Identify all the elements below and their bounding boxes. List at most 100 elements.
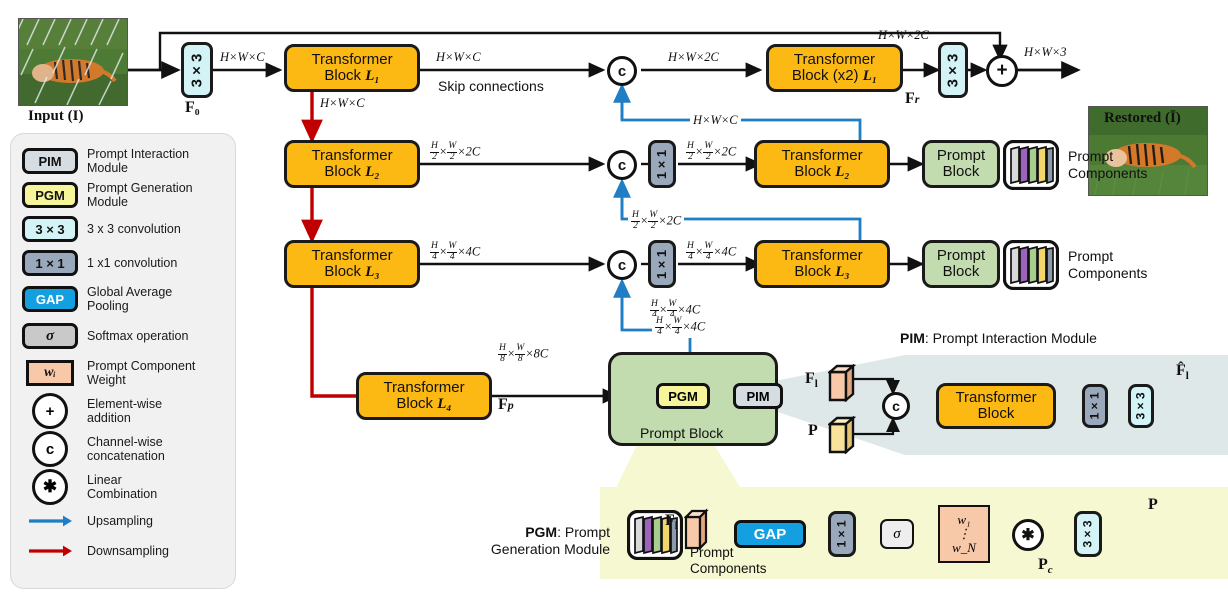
pim-conv11: 1 × 1 bbox=[1082, 384, 1108, 428]
dim-dec-l2-in-suffix: ×2C bbox=[713, 144, 737, 159]
prompt-block-l3-line1: Prompt bbox=[936, 247, 986, 265]
legend-item-add: + Element-wise addition bbox=[19, 392, 227, 430]
legend-item-pim-text: Prompt Interaction Module bbox=[87, 147, 190, 175]
concat-node-l2: c bbox=[607, 150, 637, 180]
dim-final-out: H×W×3 bbox=[1024, 45, 1067, 59]
prompt-block-l3-line2: Block bbox=[942, 263, 980, 280]
legend-item-downsampling-text: Downsampling bbox=[87, 544, 169, 558]
encoder-block-l1[interactable]: Transformer Block L₁ bbox=[284, 44, 420, 92]
pim-panel-title: PIM: Prompt Interaction Module bbox=[900, 330, 1097, 346]
input-conv33: 3 × 3 bbox=[181, 42, 213, 98]
conv11-l2: 1 × 1 bbox=[648, 140, 676, 188]
pim-transformer-name2: Block bbox=[977, 405, 1015, 422]
encoder-block-l3[interactable]: Transformer Block L₃ bbox=[284, 240, 420, 288]
dim-enc-l3-out: H 4 × W 4 ×4C bbox=[430, 241, 481, 262]
pc-l3-line2: Components bbox=[1068, 264, 1148, 281]
encoder-block-l2[interactable]: Transformer Block L₂ bbox=[284, 140, 420, 188]
decoder-block-l2-level: L₂ bbox=[835, 163, 850, 180]
dim-enc-l2-out: H 2 × W 2 ×2C bbox=[430, 141, 481, 162]
pgm-gap-chip: GAP bbox=[734, 520, 806, 548]
softmax-chip-icon: σ bbox=[19, 323, 81, 349]
legend-item-linear-text: Linear Combination bbox=[87, 473, 158, 501]
pim-conv11-label: 1 × 1 bbox=[1088, 392, 1102, 420]
encoder-block-l2-name2: Block bbox=[324, 162, 362, 180]
gap-chip-label: GAP bbox=[22, 286, 78, 312]
pgm-conv11-label: 1 × 1 bbox=[835, 520, 849, 548]
pgm-pc-line2: Components bbox=[690, 561, 767, 577]
output-conv33-label: 3 × 3 bbox=[944, 53, 962, 87]
dim-pim-up: H 4 × W 4 ×4C bbox=[652, 316, 709, 339]
dim-dec-l1-out: H×W×2C bbox=[878, 28, 929, 42]
legend-item-concat-text: Channel-wise concatenation bbox=[87, 435, 165, 463]
fp-label: Fp bbox=[498, 396, 514, 413]
pgm-tensor-fl bbox=[683, 508, 710, 555]
pim-output-label: F̂l bbox=[1176, 362, 1189, 383]
gap-chip-icon: GAP bbox=[19, 286, 81, 312]
encoder-block-l4[interactable]: Transformer Block L₄ bbox=[356, 372, 492, 420]
pim-concat-node: c bbox=[882, 392, 910, 420]
dim-enc-l4-out-suffix: ×8C bbox=[525, 346, 549, 361]
dim-dec-l3-in-suffix: ×4C bbox=[713, 244, 737, 259]
decoder-block-l1[interactable]: Transformer Block (x2) L₁ bbox=[766, 44, 903, 92]
dim-dec-l3-in: H 4 × W 4 ×4C bbox=[686, 241, 737, 262]
pim-chip[interactable]: PIM bbox=[733, 383, 783, 409]
pim-chip-text: PIM bbox=[746, 388, 770, 404]
concat-node-l3: c bbox=[607, 250, 637, 280]
legend-item-conv11-text: 1 x1 convolution bbox=[87, 256, 178, 270]
conv33-chip-icon: 3 × 3 bbox=[19, 216, 81, 242]
dim-up-l2-suffix: ×2C bbox=[658, 213, 682, 228]
pgm-chip[interactable]: PGM bbox=[656, 383, 710, 409]
pc-l2-line1: Prompt bbox=[1068, 148, 1114, 164]
concat-circle-label: c bbox=[32, 431, 68, 467]
prompt-block-l2-line1: Prompt bbox=[936, 147, 986, 165]
softmax-chip-label: σ bbox=[22, 323, 78, 349]
pim-transformer-name: Transformer bbox=[955, 389, 1037, 407]
pim-tensor-p-icon bbox=[826, 415, 857, 455]
pgm-weights: w₁ ⋮ w_N bbox=[938, 505, 990, 563]
decoder-block-l2-name2: Block bbox=[794, 162, 832, 180]
decoder-block-l1-name: Transformer bbox=[793, 50, 876, 68]
decoder-block-l1-name2: Block (x2) bbox=[791, 66, 859, 84]
dim-enc-l1-down: H×W×C bbox=[320, 96, 365, 110]
dim-up-l1: H×W×C bbox=[690, 112, 741, 129]
pgm-linear-combination-node: ✱ bbox=[1012, 519, 1044, 551]
pim-transformer-block[interactable]: Transformer Block bbox=[936, 383, 1056, 429]
decoder-block-l3-name2: Block bbox=[794, 262, 832, 280]
pgm-pc-label: Pc bbox=[1038, 556, 1053, 577]
encoder-block-l2-text: Transformer Block L₂ bbox=[311, 146, 393, 181]
pgm-conv33-label: 3 × 3 bbox=[1081, 520, 1095, 548]
dim-enc-l3-out-suffix: ×4C bbox=[457, 244, 481, 259]
dim-enc-l2-out-suffix: ×2C bbox=[457, 144, 481, 159]
decoder-block-l2[interactable]: Transformer Block L₂ bbox=[754, 140, 890, 188]
legend-item-linear: ✱ Linear Combination bbox=[19, 468, 227, 506]
prompt-block-l3[interactable]: Prompt Block bbox=[922, 240, 1000, 288]
pgm-panel-title-rest1: : Prompt bbox=[557, 524, 610, 540]
encoder-block-l4-name: Transformer bbox=[383, 378, 465, 396]
pim-chip-icon: PIM bbox=[19, 148, 81, 174]
legend-item-concat: c Channel-wise concatenation bbox=[19, 430, 227, 468]
input-image bbox=[18, 18, 128, 106]
legend-item-softmax-text: Softmax operation bbox=[87, 329, 189, 343]
pim-conv33: 3 × 3 bbox=[1128, 384, 1154, 428]
decoder-block-l2-text: Transformer Block L₂ bbox=[781, 147, 862, 181]
legend-panel: PIM Prompt Interaction Module PGM Prompt … bbox=[10, 133, 236, 589]
legend-item-conv33-text: 3 x 3 convolution bbox=[87, 222, 181, 236]
legend-item-gap: GAP Global Average Pooling bbox=[19, 280, 227, 318]
pgm-input-label: Fl bbox=[665, 512, 678, 533]
decoder-block-l3[interactable]: Transformer Block L₃ bbox=[754, 240, 890, 288]
pgm-conv11: 1 × 1 bbox=[828, 511, 856, 557]
prompt-block-l2[interactable]: Prompt Block bbox=[922, 140, 1000, 188]
decoder-block-l1-level: L₁ bbox=[862, 67, 878, 84]
encoder-block-l1-name: Transformer bbox=[311, 50, 393, 68]
conv33-chip-label: 3 × 3 bbox=[22, 216, 78, 242]
restored-label: Restored (Ī) bbox=[1104, 110, 1181, 126]
encoder-block-l3-level: L₃ bbox=[365, 263, 380, 280]
legend-item-upsampling: Upsampling bbox=[19, 506, 227, 536]
pgm-conv33: 3 × 3 bbox=[1074, 511, 1102, 557]
prompt-block-l2-line2: Block bbox=[942, 163, 980, 180]
prompt-components-l3 bbox=[1002, 239, 1060, 291]
dim-enc-l4-out: H 8 × W 8 ×8C bbox=[498, 343, 549, 364]
encoder-block-l2-name: Transformer bbox=[311, 146, 393, 164]
legend-item-weight-text: Prompt Component Weight bbox=[87, 359, 196, 387]
dim-enc-l1-out: H×W×C bbox=[220, 50, 265, 64]
